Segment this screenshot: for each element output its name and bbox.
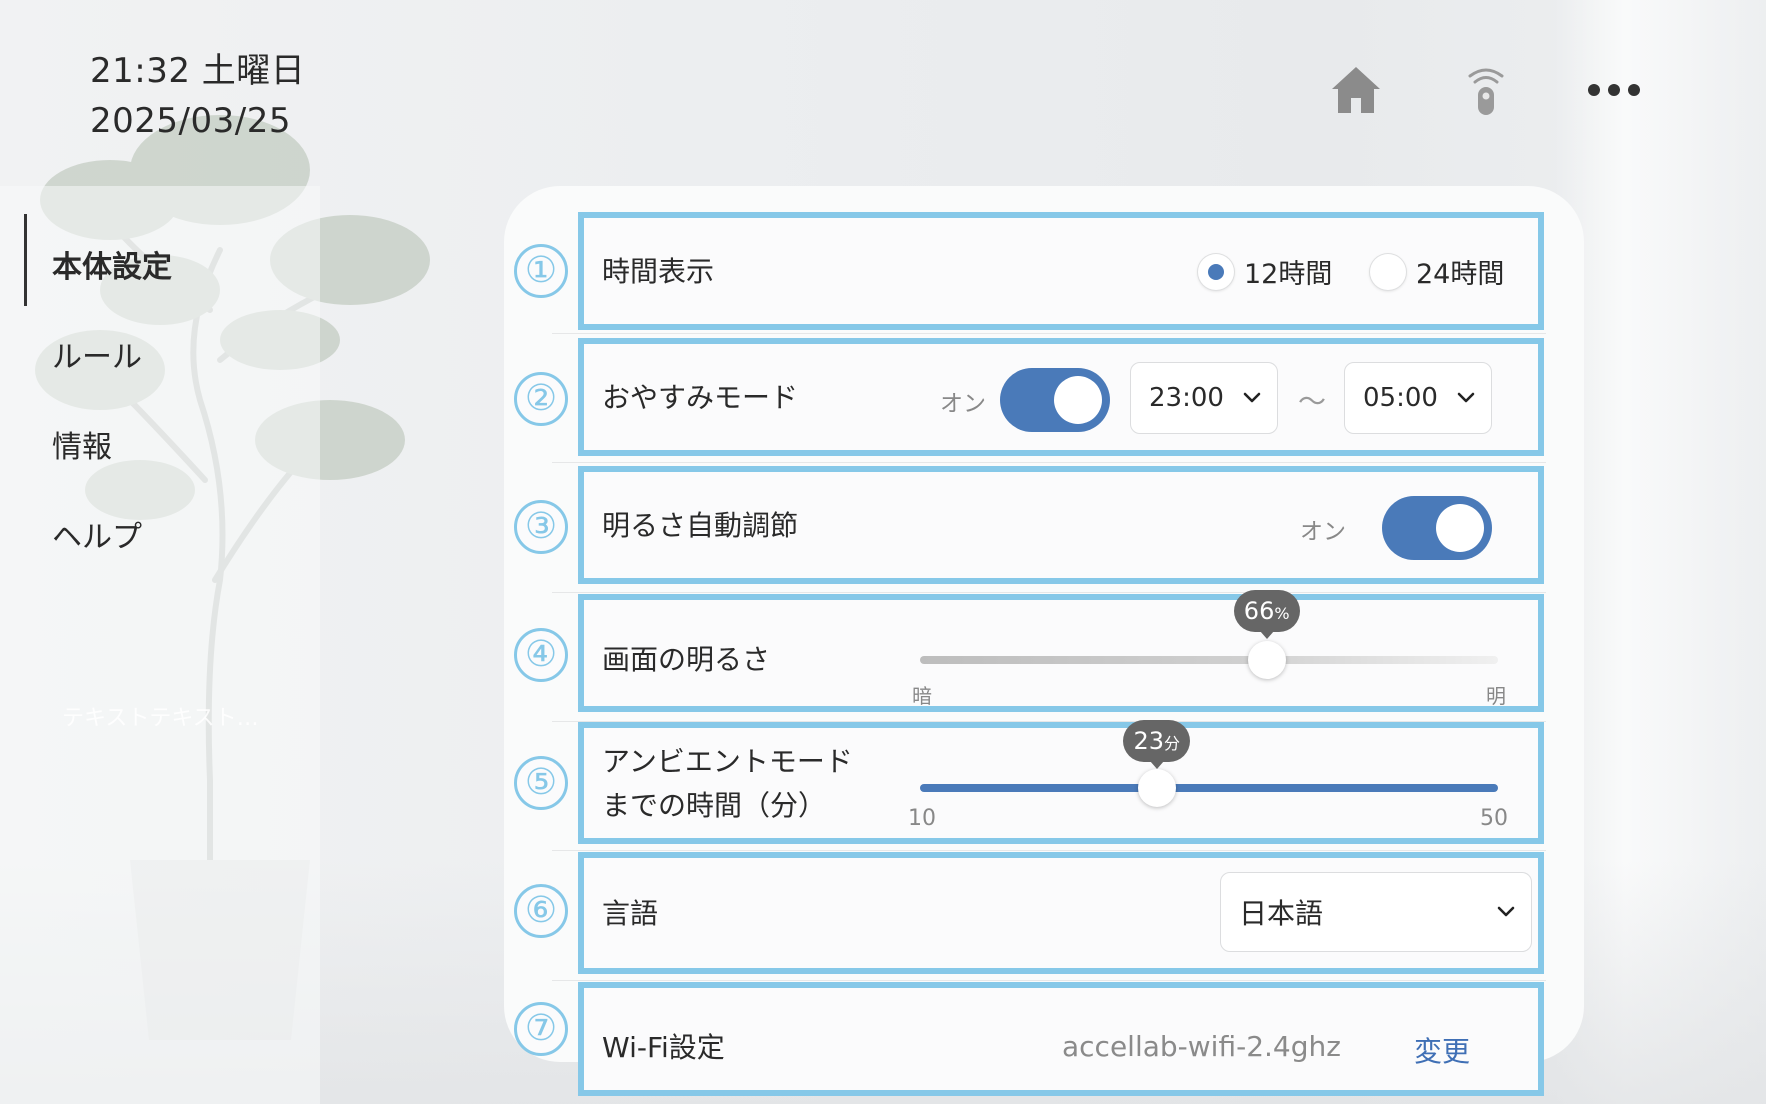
radio-12-hour-label: 12時間: [1244, 259, 1333, 290]
brightness-min-label: 暗: [912, 684, 932, 708]
annotation-number-4: ④: [514, 628, 568, 682]
ghost-placeholder-text: テキストテキスト…: [62, 706, 259, 731]
row-divider: [552, 333, 1546, 334]
toggle-knob: [1054, 376, 1102, 424]
annotation-number-3: ③: [514, 500, 568, 554]
radio-24-hour-label: 24時間: [1416, 259, 1505, 290]
annotation-number-7: ⑦: [514, 1002, 568, 1056]
annotation-number-5: ⑤: [514, 756, 568, 810]
row-wifi: Wi-Fi設定 accellab-wifi-2.4ghz 変更: [578, 982, 1544, 1096]
active-indicator: [24, 214, 27, 306]
ambient-unit: 分: [1164, 734, 1181, 753]
language-select[interactable]: 日本語: [1220, 872, 1532, 952]
sleep-mode-label: おやすみモード: [602, 381, 799, 414]
row-time-display: 時間表示 12時間 24時間: [578, 212, 1544, 330]
brightness-max-label: 明: [1486, 684, 1506, 708]
more-dots-icon[interactable]: [1584, 60, 1644, 120]
toggle-knob: [1436, 504, 1484, 552]
brightness-slider-thumb[interactable]: [1247, 641, 1286, 679]
sidebar-item-device-settings[interactable]: 本体設定: [52, 242, 172, 286]
sidebar: 本体設定 ルール 情報 ヘルプ テキストテキスト…: [0, 186, 320, 1104]
wifi-label: Wi-Fi設定: [602, 1031, 725, 1064]
ambient-value: 23: [1133, 727, 1165, 755]
brightness-value-bubble: 66%: [1233, 590, 1300, 639]
ambient-min-label: 10: [908, 806, 936, 831]
sleep-start-value: 23:00: [1149, 383, 1224, 413]
ambient-slider-track[interactable]: [920, 784, 1498, 792]
annotation-number-1: ①: [514, 244, 568, 298]
sleep-end-select[interactable]: 05:00: [1344, 362, 1492, 434]
row-auto-brightness: 明るさ自動調節 オン: [578, 466, 1544, 584]
row-ambient-mode: アンビエントモード までの時間（分） 23分 10 50: [578, 720, 1544, 844]
time-text: 21:32 土曜日: [90, 51, 306, 91]
sleep-start-select[interactable]: 23:00: [1130, 362, 1278, 434]
sleep-end-value: 05:00: [1363, 383, 1438, 413]
date-text: 2025/03/25: [90, 101, 291, 141]
time-range-separator: ～: [1298, 385, 1327, 418]
annotation-number-6: ⑥: [514, 884, 568, 938]
sleep-mode-toggle[interactable]: [1000, 368, 1110, 432]
home-icon[interactable]: [1326, 60, 1386, 120]
ambient-mode-label-line1: アンビエントモード: [602, 745, 853, 778]
row-divider: [552, 850, 1546, 851]
wifi-change-link[interactable]: 変更: [1414, 1030, 1470, 1070]
auto-brightness-label: 明るさ自動調節: [602, 509, 799, 542]
auto-brightness-state-text: オン: [1300, 519, 1346, 545]
radio-24-hour[interactable]: 24時間: [1370, 252, 1504, 291]
language-value: 日本語: [1239, 897, 1324, 930]
ambient-max-label: 50: [1480, 806, 1508, 831]
annotation-number-2: ②: [514, 372, 568, 426]
chevron-down-icon: [1457, 392, 1475, 403]
chevron-down-icon: [1243, 392, 1261, 403]
brightness-unit: %: [1274, 604, 1290, 623]
ambient-value-bubble: 23分: [1123, 720, 1191, 769]
radio-dot-selected: [1198, 253, 1234, 290]
sidebar-item-rules[interactable]: ルール: [52, 332, 142, 376]
sleep-mode-state-text: オン: [940, 391, 986, 417]
remote-control-icon[interactable]: [1456, 60, 1516, 120]
row-sleep-mode: おやすみモード オン 23:00 ～ 05:00: [578, 338, 1544, 456]
row-divider: [552, 980, 1546, 981]
brightness-slider-track[interactable]: [920, 656, 1498, 664]
row-divider: [552, 462, 1546, 463]
screen-brightness-label: 画面の明るさ: [602, 643, 771, 676]
radio-dot: [1370, 253, 1406, 290]
top-toolbar: [1246, 60, 1766, 120]
row-language: 言語 日本語: [578, 852, 1544, 974]
clock: 21:32 土曜日 2025/03/25: [90, 46, 305, 146]
sidebar-item-info[interactable]: 情報: [52, 422, 112, 466]
ambient-mode-label-line2: までの時間（分）: [602, 789, 827, 822]
chevron-down-icon: [1497, 906, 1515, 917]
row-screen-brightness: 画面の明るさ 66% 暗 明: [578, 590, 1544, 712]
language-label: 言語: [602, 897, 659, 930]
brightness-value: 66: [1243, 597, 1275, 625]
ambient-slider-thumb[interactable]: [1137, 769, 1176, 807]
wifi-network-name: accellab-wifi-2.4ghz: [1062, 1030, 1341, 1063]
time-display-label: 時間表示: [602, 255, 715, 288]
row-divider: [552, 592, 1546, 593]
sidebar-item-help[interactable]: ヘルプ: [52, 512, 142, 556]
auto-brightness-toggle[interactable]: [1382, 496, 1492, 560]
radio-12-hour[interactable]: 12時間: [1198, 252, 1332, 291]
